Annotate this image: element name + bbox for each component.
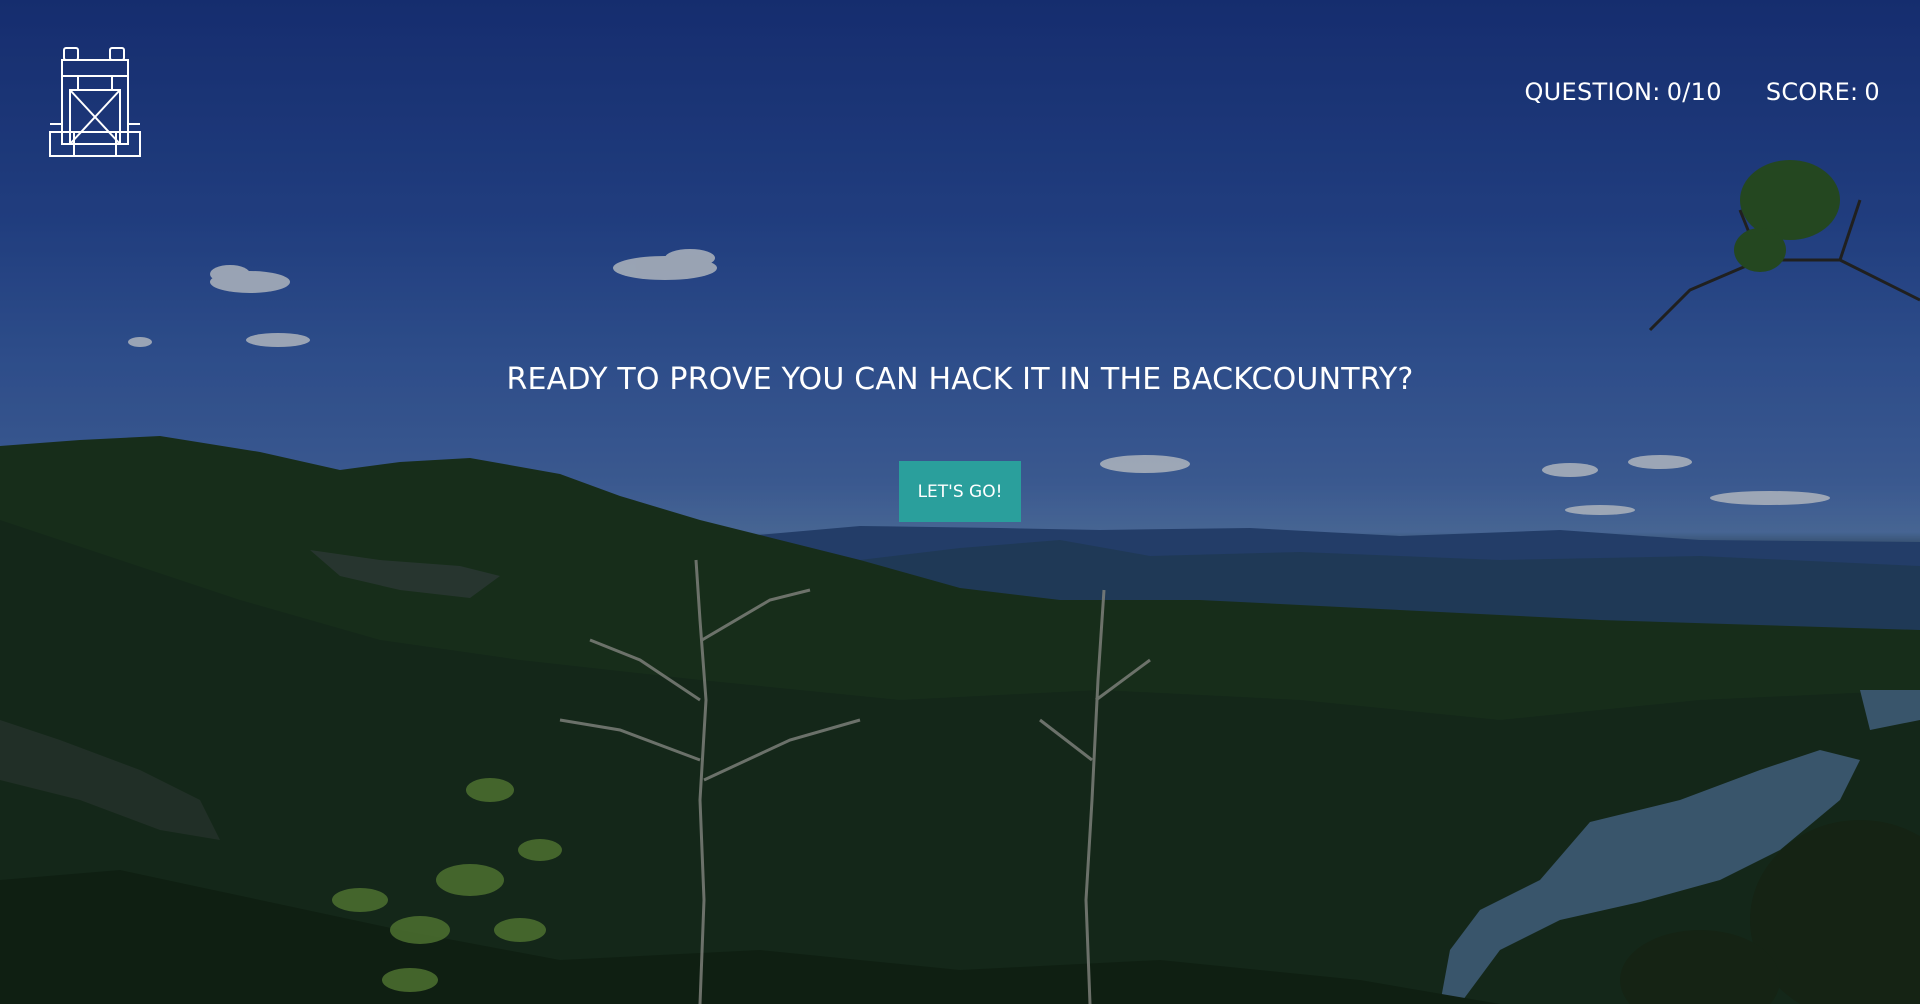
question-counter-label: QUESTION:: [1524, 78, 1661, 106]
score-label: SCORE:: [1765, 78, 1859, 106]
quiz-start-screen: QUESTION: 0/10 SCORE: 0 READY TO PROVE Y…: [0, 0, 1920, 1004]
score-value: 0: [1864, 78, 1880, 106]
start-quiz-button[interactable]: LET'S GO!: [899, 461, 1021, 522]
question-counter-value: 0/10: [1666, 78, 1722, 106]
quiz-status-bar: QUESTION: 0/10 SCORE: 0: [1524, 78, 1880, 106]
question-counter: QUESTION: 0/10: [1524, 78, 1721, 106]
page-title: READY TO PROVE YOU CAN HACK IT IN THE BA…: [506, 362, 1414, 397]
backpack-icon[interactable]: [48, 46, 142, 160]
score-counter: SCORE: 0: [1766, 78, 1880, 106]
